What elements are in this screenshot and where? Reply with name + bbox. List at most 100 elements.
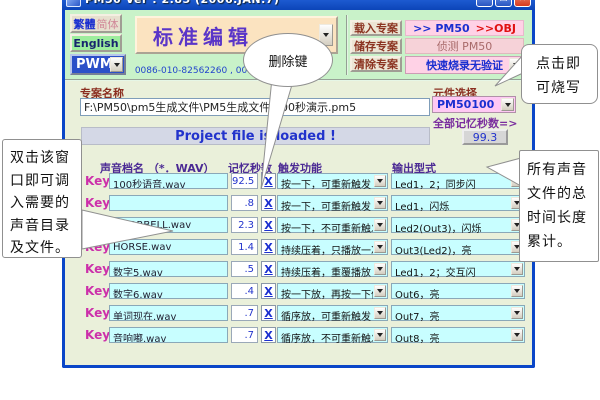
trigger-mode-value: 持续压着，只播放一次 [281, 242, 373, 257]
delete-button[interactable]: X [261, 261, 276, 277]
table-row: Key4HORSE.wav1.4X持续压着，只播放一次Out3(Led2)，亮 [85, 239, 532, 256]
wav-file-input[interactable]: HORSE.wav [109, 239, 228, 255]
chevron-down-icon[interactable] [374, 241, 386, 253]
key-label: Key7 [85, 306, 109, 320]
trigger-mode-select[interactable]: 循序放，不可重新触发 [277, 327, 388, 343]
chevron-down-icon[interactable] [374, 175, 386, 187]
output-mode-value: Out8，亮 [395, 330, 510, 345]
key-label: Key5 [85, 262, 109, 276]
output-mode-select[interactable]: Out6，亮 [391, 283, 525, 299]
detect-pm50-button[interactable]: 侦测 PM50 [405, 38, 524, 54]
wav-file-input[interactable]: 100秒语音.wav [109, 173, 228, 189]
chevron-down-icon[interactable] [374, 285, 386, 297]
output-mode-value: Led2(Out3)，闪烁 [395, 220, 510, 235]
wav-file-input[interactable] [109, 195, 228, 211]
project-path-input[interactable]: F:\PM50\pm5生成文件\PM5生成文件\100秒演示.pm5 [80, 98, 430, 116]
trigger-mode-select[interactable]: 按一下放，再按一下停 [277, 283, 388, 299]
trigger-mode-select[interactable]: 持续压着，只播放一次 [277, 239, 388, 255]
key-label: Key8 [85, 328, 109, 342]
english-button[interactable]: English [70, 34, 122, 52]
chevron-down-icon[interactable] [511, 285, 523, 297]
trigger-mode-value: 按一下，可重新触发 [281, 176, 373, 191]
table-row: Key3DOORBELL.wav2.3X按一下，不可重新触发Led2(Out3)… [85, 217, 532, 234]
burn-hint-callout: 点击即可烧写 [521, 44, 598, 104]
maximize-button[interactable]: ❐ [495, 0, 512, 7]
trigger-mode-value: 按一下，可重新触发 [281, 198, 373, 213]
pwm-select[interactable]: PWM [70, 54, 126, 75]
total-hint-callout: 所有声音文件的总时间长度累计。 [519, 150, 599, 262]
output-mode-value: Out7，亮 [395, 308, 510, 323]
delete-button[interactable]: X [261, 305, 276, 321]
chevron-down-icon[interactable] [511, 329, 523, 341]
chip-select[interactable]: PM50100 [432, 96, 516, 113]
language-toggle-button[interactable]: 繁體 简体 [70, 14, 122, 33]
total-seconds-value: 99.3 [462, 129, 508, 145]
pwm-label: PWM [76, 57, 113, 72]
wav-file-input[interactable]: 数字6.wav [109, 283, 228, 299]
output-mode-value: Led1，2；同步闪 [395, 176, 510, 191]
delete-button[interactable]: X [261, 239, 276, 255]
output-mode-select[interactable]: Led1，闪烁 [391, 195, 525, 211]
simplified-chinese-label[interactable]: 简体 [97, 16, 119, 32]
traditional-chinese-label[interactable]: 繁體 [74, 16, 96, 32]
burn-mode-select[interactable]: 快速烧录无验证 [405, 56, 524, 74]
chevron-down-icon[interactable] [374, 263, 386, 275]
wav-file-input[interactable]: DOORBELL.wav [109, 217, 228, 233]
memory-seconds-value: 92.5 [231, 173, 258, 189]
output-mode-value: Out3(Led2)，亮 [395, 242, 510, 257]
output-mode-select[interactable]: Out3(Led2)，亮 [391, 239, 525, 255]
delete-button[interactable]: X [261, 195, 276, 211]
key-label: Key2 [85, 196, 109, 210]
save-project-button[interactable]: 储存专案 [350, 38, 402, 54]
delete-button[interactable]: X [261, 283, 276, 299]
trigger-mode-value: 循序放，不可重新触发 [281, 330, 373, 345]
window-controls: – ❐ ✕ [476, 0, 531, 7]
table-row: Key1100秒语音.wav92.5X按一下，可重新触发Led1，2；同步闪 [85, 173, 532, 190]
burn-to-chip-button[interactable]: >> PM50 >>OBJ [405, 20, 524, 36]
delete-button[interactable]: X [261, 327, 276, 343]
delete-button[interactable]: X [261, 173, 276, 189]
wav-file-input[interactable]: 数字5.wav [109, 261, 228, 277]
trigger-mode-select[interactable]: 按一下，可重新触发 [277, 173, 388, 189]
wav-file-input[interactable]: 单词现在.wav [109, 305, 228, 321]
trigger-mode-value: 按一下放，再按一下停 [281, 286, 373, 301]
table-row: Key6数字6.wav.4X按一下放，再按一下停Out6，亮 [85, 283, 532, 300]
trigger-mode-select[interactable]: 循序放，可重新触发 [277, 305, 388, 321]
delete-button[interactable]: X [261, 217, 276, 233]
output-mode-select[interactable]: Led2(Out3)，闪烁 [391, 217, 525, 233]
chevron-down-icon[interactable] [511, 263, 523, 275]
titlebar[interactable]: PM50 Ver : 2.85 (2006.JAN.7) – ❐ ✕ [62, 0, 535, 10]
obj-export-label[interactable]: >>OBJ [476, 22, 516, 35]
chevron-down-icon[interactable] [110, 57, 123, 72]
trigger-mode-select[interactable]: 按一下，可重新触发 [277, 195, 388, 211]
chevron-down-icon[interactable] [501, 98, 514, 111]
chevron-down-icon[interactable] [374, 219, 386, 231]
load-project-button[interactable]: 载入专案 [350, 20, 402, 36]
output-mode-select[interactable]: Led1，2；同步闪 [391, 173, 525, 189]
close-button[interactable]: ✕ [514, 0, 531, 7]
chevron-down-icon[interactable] [374, 329, 386, 341]
chip-value: PM50100 [437, 98, 494, 111]
trigger-mode-select[interactable]: 按一下，不可重新触发 [277, 217, 388, 233]
table-row: Key2 .8X 按一下，可重新触发 Led1，闪烁 [85, 195, 532, 212]
chevron-down-icon[interactable] [374, 307, 386, 319]
pm50-burn-label[interactable]: >> PM50 [413, 22, 470, 35]
clear-project-button[interactable]: 清除专案 [350, 56, 402, 72]
output-mode-select[interactable]: Out7，亮 [391, 305, 525, 321]
memory-seconds-value: 1.4 [231, 239, 258, 255]
output-mode-select[interactable]: Out8，亮 [391, 327, 525, 343]
minimize-button[interactable]: – [476, 0, 493, 7]
output-mode-value: Out6，亮 [395, 286, 510, 301]
key-label: Key3 [85, 218, 109, 232]
trigger-mode-value: 循序放，可重新触发 [281, 308, 373, 323]
window-title: PM50 Ver : 2.85 (2006.JAN.7) [85, 0, 279, 6]
memory-seconds-value: .4 [231, 283, 258, 299]
output-mode-select[interactable]: Led1，2；交互闪 [391, 261, 525, 277]
file-hint-callout: 双击该窗口即可调入需要的声音目录及文件。 [2, 139, 82, 258]
chevron-down-icon[interactable] [511, 307, 523, 319]
memory-seconds-value: .8 [231, 195, 258, 211]
trigger-mode-select[interactable]: 持续压着，重覆播放 [277, 261, 388, 277]
wav-file-input[interactable]: 音响嘟.wav [109, 327, 228, 343]
memory-seconds-value: .7 [231, 305, 258, 321]
chevron-down-icon[interactable] [374, 197, 386, 209]
